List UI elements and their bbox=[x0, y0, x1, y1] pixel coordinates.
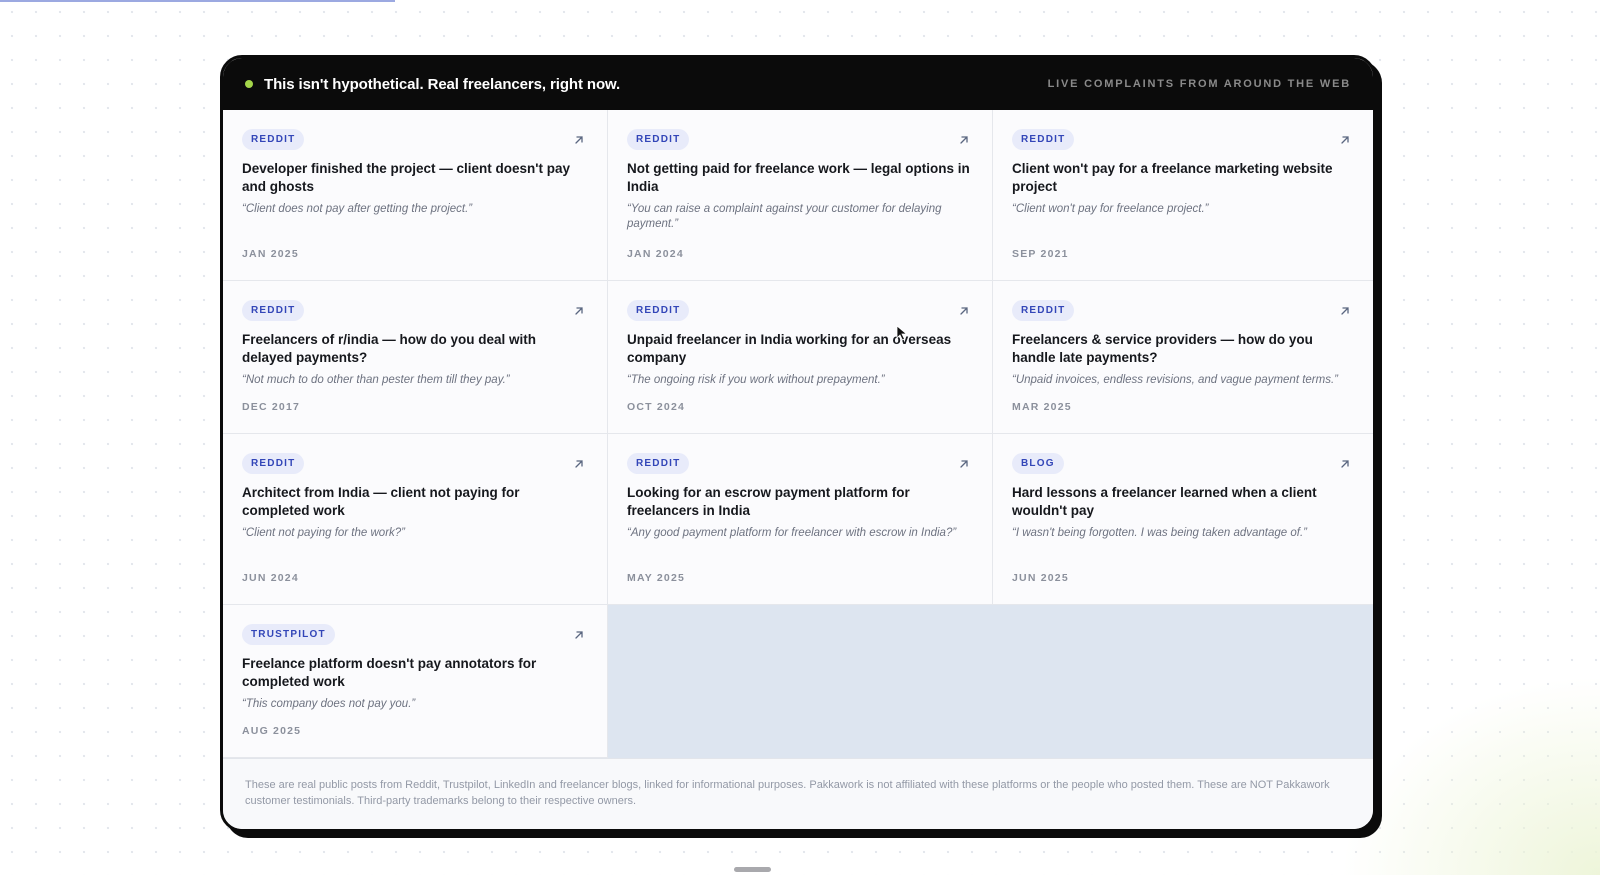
post-card[interactable]: REDDIT Freelancers of r/india — how do y… bbox=[223, 281, 608, 434]
post-card[interactable]: REDDIT Looking for an escrow payment pla… bbox=[608, 434, 993, 605]
arrow-up-right-icon[interactable] bbox=[958, 133, 970, 145]
source-badge: REDDIT bbox=[1012, 128, 1075, 150]
grid-empty-area bbox=[608, 605, 1373, 758]
corner-glow bbox=[1340, 675, 1600, 875]
post-title: Developer finished the project — client … bbox=[242, 161, 571, 194]
source-badge: REDDIT bbox=[627, 299, 690, 321]
post-title: Looking for an escrow payment platform f… bbox=[627, 485, 910, 518]
post-date: DEC 2017 bbox=[242, 401, 301, 413]
post-card[interactable]: TRUSTPILOT Freelance platform doesn't pa… bbox=[223, 605, 608, 758]
complaints-card: This isn't hypothetical. Real freelancer… bbox=[220, 55, 1376, 832]
source-badge: REDDIT bbox=[242, 128, 305, 150]
arrow-up-right-icon[interactable] bbox=[1339, 304, 1351, 316]
post-card-top: REDDIT bbox=[1012, 128, 1351, 150]
post-card-top: REDDIT bbox=[242, 452, 585, 474]
live-dot-icon bbox=[245, 80, 253, 88]
source-badge: REDDIT bbox=[242, 299, 305, 321]
post-title: Architect from India — client not paying… bbox=[242, 485, 520, 518]
post-quote: “This company does not pay you.” bbox=[242, 698, 416, 710]
post-card[interactable]: REDDIT Client won't pay for a freelance … bbox=[993, 110, 1373, 281]
scroll-handle[interactable] bbox=[734, 867, 771, 872]
post-card[interactable]: REDDIT Architect from India — client not… bbox=[223, 434, 608, 605]
source-badge: BLOG bbox=[1012, 452, 1064, 474]
arrow-up-right-icon[interactable] bbox=[1339, 457, 1351, 469]
post-card[interactable]: BLOG Hard lessons a freelancer learned w… bbox=[993, 434, 1373, 605]
arrow-up-right-icon[interactable] bbox=[573, 457, 585, 469]
post-card[interactable]: REDDIT Unpaid freelancer in India workin… bbox=[608, 281, 993, 434]
arrow-up-right-icon[interactable] bbox=[573, 628, 585, 640]
post-quote: “Not much to do other than pester them t… bbox=[242, 374, 510, 386]
arrow-up-right-icon[interactable] bbox=[958, 457, 970, 469]
arrow-up-right-icon[interactable] bbox=[1339, 133, 1351, 145]
post-card-top: REDDIT bbox=[1012, 299, 1351, 321]
arrow-up-right-icon[interactable] bbox=[958, 304, 970, 316]
post-card-top: BLOG bbox=[1012, 452, 1351, 474]
post-title: Client won't pay for a freelance marketi… bbox=[1012, 161, 1333, 194]
header-left: This isn't hypothetical. Real freelancer… bbox=[245, 76, 620, 93]
post-card[interactable]: REDDIT Not getting paid for freelance wo… bbox=[608, 110, 993, 281]
disclaimer-text: These are real public posts from Reddit,… bbox=[223, 758, 1373, 829]
source-badge: REDDIT bbox=[242, 452, 305, 474]
posts-grid: REDDIT Developer finished the project — … bbox=[223, 110, 1373, 758]
post-quote: “Client does not pay after getting the p… bbox=[242, 203, 473, 215]
post-date: MAY 2025 bbox=[627, 572, 686, 584]
post-card-top: REDDIT bbox=[627, 128, 970, 150]
arrow-up-right-icon[interactable] bbox=[573, 133, 585, 145]
post-title: Freelance platform doesn't pay annotator… bbox=[242, 656, 537, 689]
post-date: JUN 2024 bbox=[242, 572, 299, 584]
post-card-top: TRUSTPILOT bbox=[242, 623, 585, 645]
source-badge: REDDIT bbox=[1012, 299, 1075, 321]
header-subtitle: LIVE COMPLAINTS FROM AROUND THE WEB bbox=[1047, 78, 1351, 90]
post-title: Hard lessons a freelancer learned when a… bbox=[1012, 485, 1317, 518]
header-title: This isn't hypothetical. Real freelancer… bbox=[264, 75, 621, 93]
mouse-cursor-icon bbox=[896, 325, 908, 341]
post-quote: “Any good payment platform for freelance… bbox=[627, 527, 957, 539]
post-title: Freelancers & service providers — how do… bbox=[1012, 332, 1313, 365]
post-card-top: REDDIT bbox=[627, 452, 970, 474]
post-card-top: REDDIT bbox=[627, 299, 970, 321]
post-card[interactable]: REDDIT Developer finished the project — … bbox=[223, 110, 608, 281]
post-date: JUN 2025 bbox=[1012, 572, 1069, 584]
post-title: Unpaid freelancer in India working for a… bbox=[627, 332, 952, 365]
post-quote: “Client not paying for the work?” bbox=[242, 527, 405, 539]
post-card-top: REDDIT bbox=[242, 128, 585, 150]
top-progress-bar bbox=[0, 0, 395, 2]
post-card-top: REDDIT bbox=[242, 299, 585, 321]
post-quote: “Unpaid invoices, endless revisions, and… bbox=[1012, 374, 1338, 386]
post-date: OCT 2024 bbox=[627, 401, 686, 413]
post-quote: “You can raise a complaint against your … bbox=[627, 203, 942, 230]
post-title: Not getting paid for freelance work — le… bbox=[627, 161, 970, 194]
post-date: JAN 2024 bbox=[627, 248, 684, 260]
post-date: SEP 2021 bbox=[1012, 248, 1069, 260]
source-badge: REDDIT bbox=[627, 452, 690, 474]
source-badge: REDDIT bbox=[627, 128, 690, 150]
source-badge: TRUSTPILOT bbox=[242, 623, 335, 645]
post-quote: “The ongoing risk if you work without pr… bbox=[627, 374, 885, 386]
post-card[interactable]: REDDIT Freelancers & service providers —… bbox=[993, 281, 1373, 434]
post-date: MAR 2025 bbox=[1012, 401, 1072, 413]
card-header: This isn't hypothetical. Real freelancer… bbox=[223, 58, 1373, 110]
arrow-up-right-icon[interactable] bbox=[573, 304, 585, 316]
post-date: AUG 2025 bbox=[242, 725, 302, 737]
post-quote: “I wasn't being forgotten. I was being t… bbox=[1012, 527, 1307, 539]
post-quote: “Client won't pay for freelance project.… bbox=[1012, 203, 1209, 215]
post-date: JAN 2025 bbox=[242, 248, 299, 260]
post-title: Freelancers of r/india — how do you deal… bbox=[242, 332, 537, 365]
